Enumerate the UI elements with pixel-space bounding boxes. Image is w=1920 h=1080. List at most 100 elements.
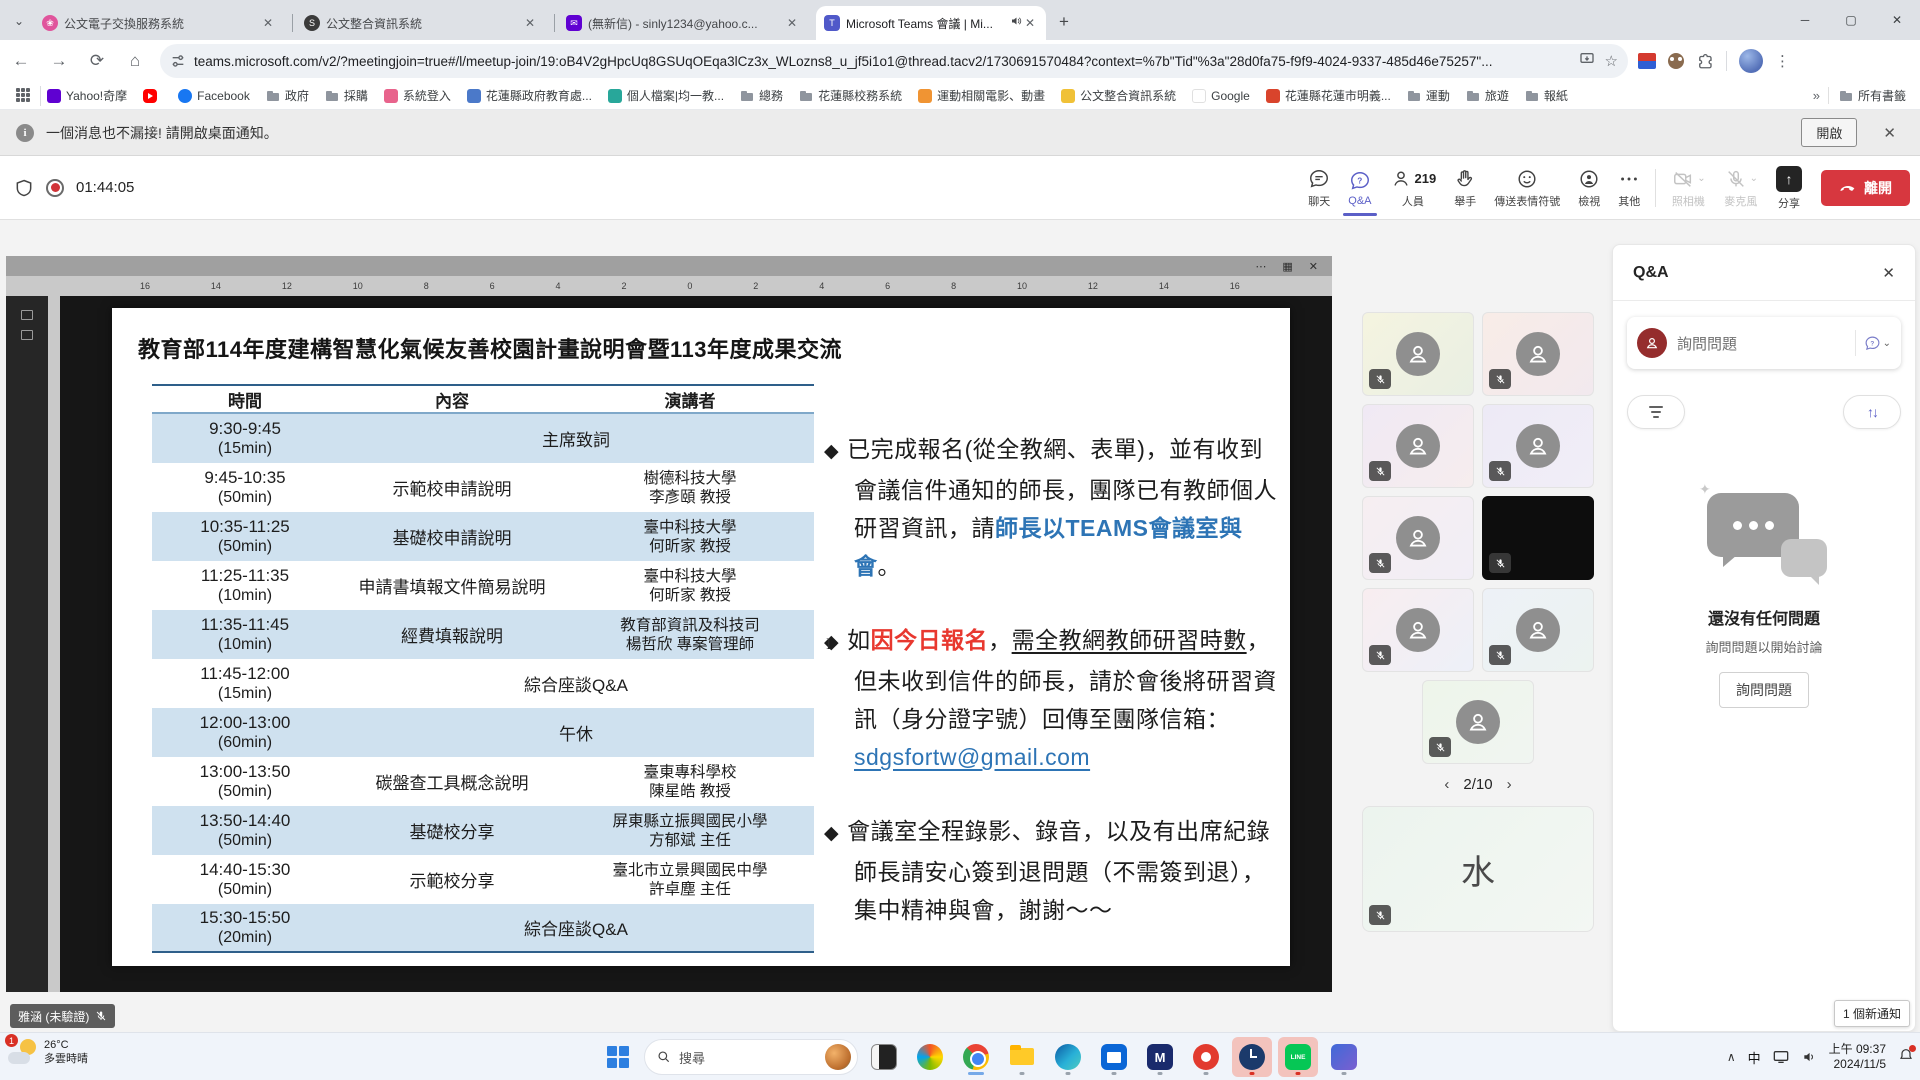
smartpki-extension-icon[interactable] [1638,53,1656,69]
tab-search-icon[interactable]: ⌄ [8,10,30,32]
display-icon[interactable] [1773,1050,1789,1064]
more-button[interactable]: 其他 [1609,159,1649,217]
forward-button[interactable]: → [42,44,76,78]
tab-close-icon[interactable]: ✕ [260,16,276,30]
install-app-icon[interactable] [1579,51,1595,71]
mic-button[interactable]: ⌄ 麥克風 [1715,159,1767,217]
participant-tile[interactable] [1362,404,1474,488]
tab-close-icon[interactable]: ✕ [784,16,800,30]
panel-icon[interactable] [21,310,33,320]
qa-button[interactable]: ? Q&A [1339,159,1380,217]
browser-tab-3[interactable]: ✉ (無新信) - sinly1234@yahoo.c... ✕ [558,6,808,40]
next-page-icon[interactable]: › [1507,776,1512,793]
participant-tile[interactable] [1482,588,1594,672]
new-notification-badge[interactable]: 1 個新通知 [1834,1000,1910,1027]
bookmark-item[interactable]: 總務 [734,85,789,106]
window-grid-icon[interactable]: ▦ [1282,260,1292,273]
sort-button[interactable]: ↑↓ [1843,395,1901,429]
taskbar-app[interactable] [910,1037,950,1077]
question-bubble-icon[interactable]: ? [1864,335,1881,352]
taskbar-app[interactable] [956,1037,996,1077]
taskbar-app[interactable] [1324,1037,1364,1077]
url-text[interactable]: teams.microsoft.com/v2/?meetingjoin=true… [194,54,1569,69]
taskbar-app[interactable] [1186,1037,1226,1077]
taskbar-app[interactable] [1232,1037,1272,1077]
bookmark-item[interactable]: 系統登入 [378,85,457,106]
taskbar-app[interactable]: M [1140,1037,1180,1077]
extensions-puzzle-icon[interactable] [1696,52,1714,70]
participant-tile[interactable] [1482,496,1594,580]
hidden-icons-chevron[interactable]: ∧ [1727,1050,1736,1064]
close-button[interactable]: ✕ [1874,0,1920,40]
participant-tile[interactable] [1482,404,1594,488]
reload-button[interactable]: ⟳ [80,44,114,78]
taskbar-app[interactable] [1094,1037,1134,1077]
reactions-button[interactable]: 傳送表情符號 [1485,159,1569,217]
bookmark-item[interactable]: Google [1186,87,1256,105]
all-bookmarks-button[interactable]: 所有書籤 [1828,87,1906,104]
taskbar-app[interactable] [864,1037,904,1077]
camera-options-chevron-icon[interactable]: ⌄ [1697,173,1705,184]
enable-notifications-button[interactable]: 開啟 [1801,118,1857,147]
browser-menu-icon[interactable]: ⋮ [1775,52,1790,70]
address-bar[interactable]: teams.microsoft.com/v2/?meetingjoin=true… [160,44,1628,78]
bookmark-item[interactable]: Yahoo!奇摩 [41,85,133,106]
bookmark-item[interactable]: 採購 [319,85,374,106]
notification-bell-icon[interactable] [1898,1047,1914,1068]
browser-tab-4-active[interactable]: T Microsoft Teams 會議 | Mi... ✕ [816,6,1046,40]
minimize-button[interactable]: ─ [1782,0,1828,40]
bookmark-item[interactable]: Facebook [172,87,256,105]
maximize-button[interactable]: ▢ [1828,0,1874,40]
taskbar-clock[interactable]: 上午 09:37 2024/11/5 [1829,1042,1886,1072]
bookmark-item[interactable]: 個人檔案|均一教... [602,85,730,106]
participant-tile[interactable] [1482,312,1594,396]
apps-grid-icon[interactable] [16,88,32,104]
bookmark-item[interactable]: 公文整合資訊系統 [1055,85,1182,106]
qa-close-icon[interactable]: ✕ [1882,264,1895,282]
bookmark-item[interactable]: 花蓮縣政府教育處... [461,85,598,106]
window-close-icon[interactable]: ✕ [1309,260,1318,273]
email-link[interactable]: sdgsfortw@gmail.com [854,744,1090,770]
leave-button[interactable]: 離開 [1821,170,1910,206]
taskbar-app[interactable] [1048,1037,1088,1077]
share-button[interactable]: ↑ 分享 [1767,159,1811,217]
participant-tile[interactable] [1362,312,1474,396]
browser-tab-2[interactable]: S 公文整合資訊系統 ✕ [296,6,546,40]
participant-tile[interactable] [1362,496,1474,580]
question-type-chevron-icon[interactable]: ⌄ [1883,338,1891,349]
taskbar-app[interactable] [1002,1037,1042,1077]
panel-icon[interactable] [21,330,33,340]
view-button[interactable]: 檢視 [1569,159,1609,217]
mic-options-chevron-icon[interactable]: ⌄ [1750,173,1758,184]
tab-audio-icon[interactable] [1010,14,1022,32]
back-button[interactable]: ← [4,44,38,78]
bookmark-item[interactable]: 花蓮縣校務系統 [793,85,908,106]
owl-extension-icon[interactable] [1668,53,1684,69]
bookmark-item[interactable]: 花蓮縣花蓮市明義... [1260,85,1397,106]
qa-question-input[interactable]: 詢問問題 ? ⌄ [1627,317,1901,369]
ime-indicator[interactable]: 中 [1748,1048,1761,1067]
site-settings-icon[interactable] [170,53,186,69]
chat-button[interactable]: 聊天 [1299,159,1339,217]
profile-avatar[interactable] [1739,49,1763,73]
camera-button[interactable]: ⌄ 照相機 [1662,159,1714,217]
bookmark-item[interactable]: 運動 [1401,85,1456,106]
previous-page-icon[interactable]: ‹ [1444,776,1449,793]
people-button[interactable]: 219 人員 [1381,159,1446,217]
taskbar-search[interactable]: 搜尋 [644,1039,858,1075]
tab-close-icon[interactable]: ✕ [522,16,538,30]
bookmark-star-icon[interactable]: ☆ [1605,52,1618,70]
bookmark-item[interactable]: 政府 [260,85,315,106]
new-tab-button[interactable]: + [1052,10,1076,34]
start-button[interactable] [598,1037,638,1077]
bookmark-item[interactable] [137,87,168,105]
bookmark-item[interactable]: 報紙 [1519,85,1574,106]
weather-widget[interactable]: 1 26°C 多雲時晴 [8,1037,88,1067]
spotlight-tile[interactable]: 水 [1362,806,1594,932]
raise-hand-button[interactable]: 舉手 [1445,159,1485,217]
taskbar-app[interactable]: LINE [1278,1037,1318,1077]
ask-question-button[interactable]: 詢問問題 [1719,672,1809,708]
bookmark-item[interactable]: 旅遊 [1460,85,1515,106]
filter-button[interactable] [1627,395,1685,429]
volume-icon[interactable] [1801,1050,1817,1064]
